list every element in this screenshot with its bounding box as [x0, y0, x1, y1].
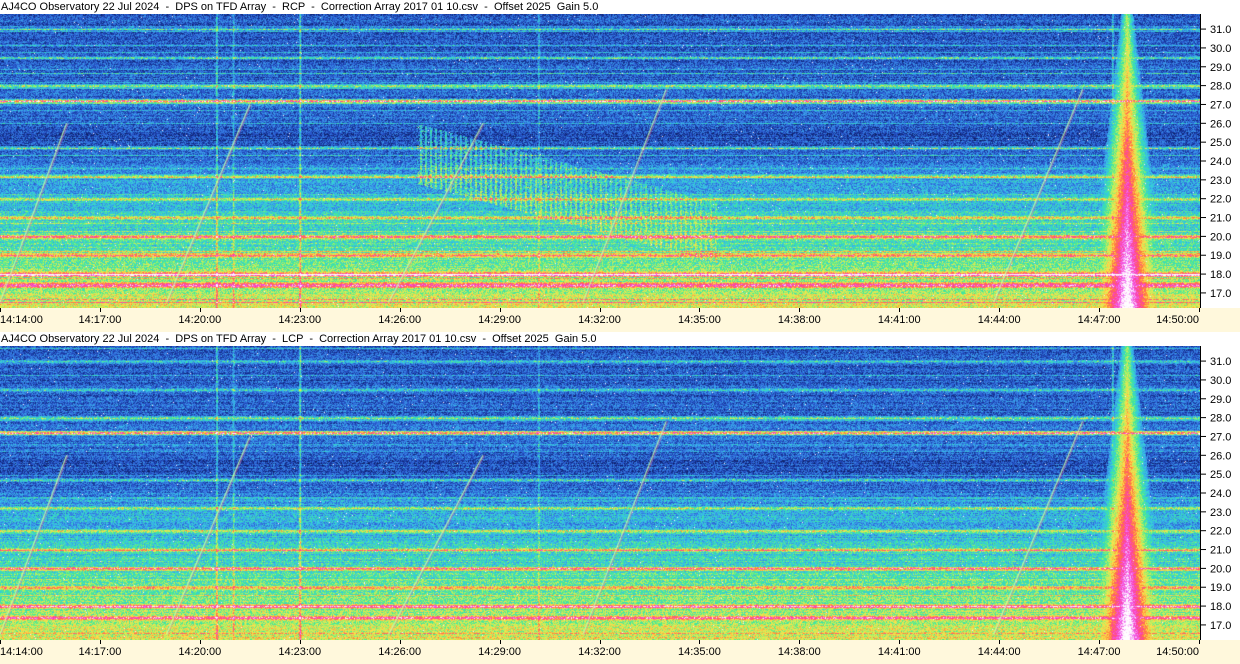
x-tick-label: 14:38:00 — [777, 646, 821, 658]
y-tick-label: 30.0 — [1210, 375, 1231, 387]
y-tick-label: 22.0 — [1210, 526, 1231, 538]
x-tick-label: 14:14:00 — [0, 314, 43, 326]
y-tick-label: 20.0 — [1210, 231, 1231, 243]
x-tick — [999, 640, 1001, 644]
x-tick-label: 14:38:00 — [777, 314, 821, 326]
y-tick-label: 18.0 — [1210, 269, 1231, 281]
y-tick-label: 22.0 — [1210, 194, 1231, 206]
y-tick-label: 24.0 — [1210, 156, 1231, 168]
x-tick-label: 14:29:00 — [478, 314, 521, 326]
x-tick — [1099, 308, 1101, 312]
x-tick — [799, 308, 801, 312]
x-tick — [99, 640, 101, 644]
x-tick — [199, 308, 201, 312]
y-tick-label: 27.0 — [1210, 99, 1231, 111]
x-tick-label: 14:50:00 — [1156, 646, 1199, 658]
y-tick-label: 28.0 — [1210, 81, 1231, 93]
rcp-frequency-axis: 31.0 30.0 29.0 28.0 27.0 26.0 25.0 24.0 23.0 22.0… — [1200, 14, 1240, 308]
y-tick-label: 17.0 — [1210, 620, 1231, 632]
y-tick-label: 26.0 — [1210, 118, 1231, 130]
y-tick-label: 25.0 — [1210, 137, 1231, 149]
x-tick — [899, 640, 901, 644]
x-tick-label: 14:26:00 — [378, 314, 422, 326]
x-tick — [99, 308, 101, 312]
rcp-panel-title: AJ4CO Observatory 22 Jul 2024 - DPS on T… — [0, 0, 1240, 14]
x-tick — [199, 640, 201, 644]
y-tick-label: 29.0 — [1210, 62, 1231, 74]
rcp-time-axis: 14:14:00 14:17:00 14:20:00 14:23:00 14:26:00… — [0, 308, 1240, 332]
y-tick-label: 27.0 — [1210, 431, 1231, 443]
y-tick-label: 29.0 — [1210, 394, 1231, 406]
lcp-spectrogram — [0, 346, 1200, 640]
x-tick-label: 14:29:00 — [478, 646, 521, 658]
y-tick-label: 31.0 — [1210, 24, 1231, 36]
x-tick-label: 14:44:00 — [977, 646, 1021, 658]
x-tick-label: 14:41:00 — [877, 314, 921, 326]
x-tick — [799, 640, 801, 644]
x-tick-label: 14:17:00 — [78, 646, 122, 658]
x-tick-label: 14:50:00 — [1156, 314, 1199, 326]
x-tick — [299, 640, 301, 644]
y-tick-label: 19.0 — [1210, 582, 1231, 594]
y-tick-label: 25.0 — [1210, 469, 1231, 481]
x-tick-label: 14:20:00 — [178, 314, 222, 326]
x-tick-label: 14:26:00 — [378, 646, 422, 658]
y-tick-label: 23.0 — [1210, 507, 1231, 519]
x-tick — [599, 308, 601, 312]
y-tick-label: 17.0 — [1210, 288, 1231, 300]
y-tick-label: 24.0 — [1210, 488, 1231, 500]
x-tick — [699, 640, 701, 644]
x-tick-label: 14:17:00 — [78, 314, 122, 326]
y-tick-label: 18.0 — [1210, 601, 1231, 613]
x-tick — [899, 308, 901, 312]
x-tick-label: 14:44:00 — [977, 314, 1021, 326]
x-tick — [1199, 640, 1200, 644]
lcp-time-axis: 14:14:00 14:17:00 14:20:00 14:23:00 14:26:00… — [0, 640, 1240, 664]
y-tick-label: 30.0 — [1210, 43, 1231, 55]
x-tick — [1199, 308, 1200, 312]
y-tick-label: 28.0 — [1210, 413, 1231, 425]
y-tick-label: 26.0 — [1210, 450, 1231, 462]
x-tick — [1099, 640, 1101, 644]
x-tick-label: 14:23:00 — [278, 314, 322, 326]
lcp-frequency-axis: 31.0 30.0 29.0 28.0 27.0 26.0 25.0 24.0 23.0 22.0… — [1200, 346, 1240, 640]
y-tick-label: 19.0 — [1210, 250, 1231, 262]
x-tick-label: 14:35:00 — [677, 646, 721, 658]
y-tick-label: 21.0 — [1210, 545, 1231, 557]
rcp-spectrogram — [0, 14, 1200, 308]
lcp-panel-title: AJ4CO Observatory 22 Jul 2024 - DPS on T… — [0, 332, 1240, 346]
x-tick — [499, 308, 501, 312]
y-tick-label: 23.0 — [1210, 175, 1231, 187]
x-tick — [599, 640, 601, 644]
x-tick-label: 14:14:00 — [0, 646, 43, 658]
x-tick — [699, 308, 701, 312]
x-tick-label: 14:47:00 — [1077, 314, 1121, 326]
y-tick-label: 31.0 — [1210, 356, 1231, 368]
x-tick — [399, 640, 401, 644]
x-tick-label: 14:32:00 — [578, 646, 621, 658]
y-tick-label: 20.0 — [1210, 563, 1231, 575]
x-tick — [499, 640, 501, 644]
x-tick — [0, 640, 1, 644]
x-tick-label: 14:32:00 — [578, 314, 621, 326]
x-tick-label: 14:20:00 — [178, 646, 222, 658]
x-tick-label: 14:23:00 — [278, 646, 322, 658]
x-tick — [399, 308, 401, 312]
x-tick-label: 14:41:00 — [877, 646, 921, 658]
x-tick-label: 14:35:00 — [677, 314, 721, 326]
x-tick — [999, 308, 1001, 312]
x-tick — [299, 308, 301, 312]
x-tick-label: 14:47:00 — [1077, 646, 1121, 658]
y-tick-label: 21.0 — [1210, 213, 1231, 225]
x-tick — [0, 308, 1, 312]
